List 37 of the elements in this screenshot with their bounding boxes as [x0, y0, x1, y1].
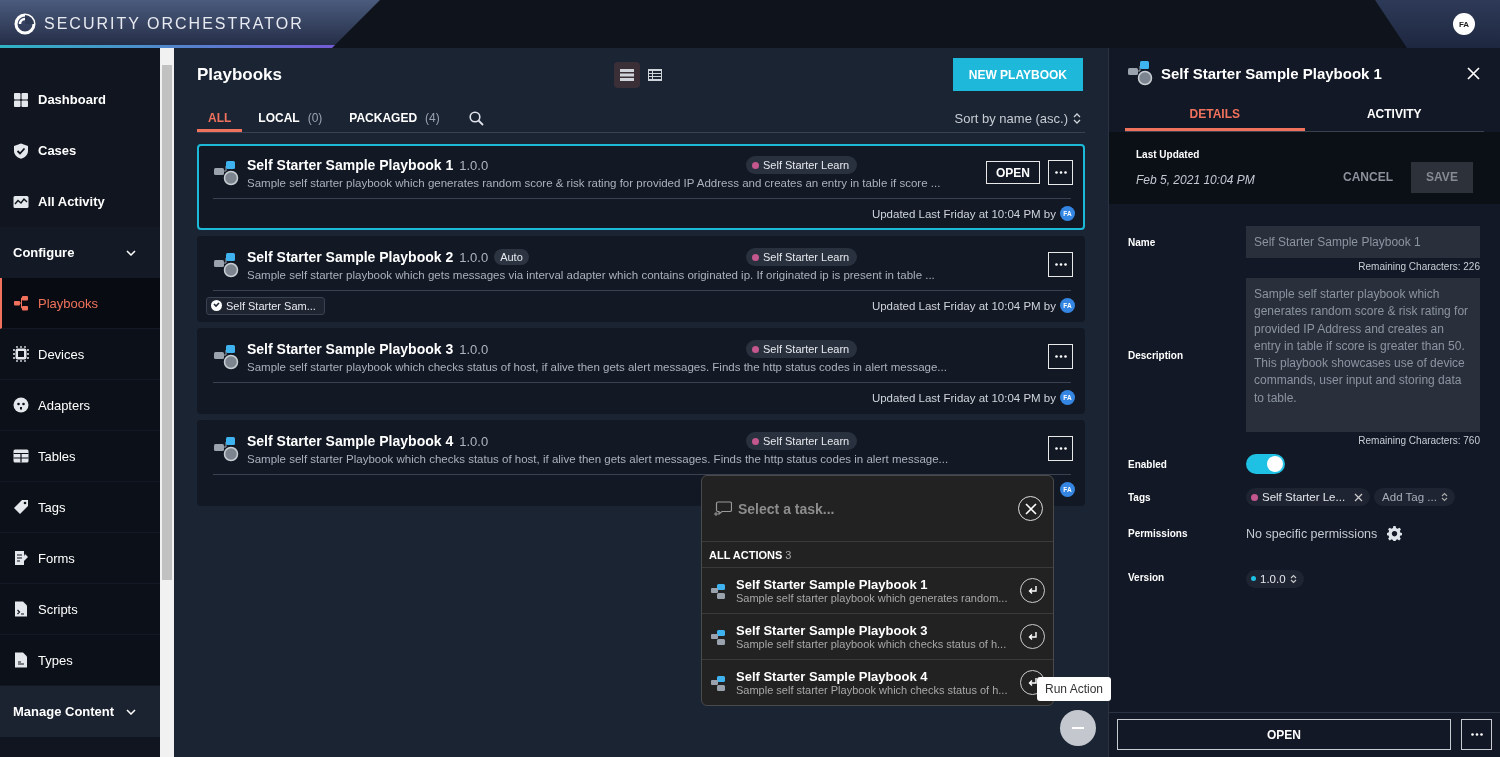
field-label: Version	[1128, 571, 1166, 583]
version-label: 1.0.0	[459, 249, 489, 265]
panel-title: Self Starter Sample Playbook 1	[1161, 64, 1382, 82]
updated-text: Updated Last Friday at 10:04 PM by	[871, 207, 1056, 220]
field-label: Name	[1128, 236, 1157, 248]
field-label: Description	[1128, 349, 1184, 361]
character-count: Remaining Characters: 226	[1357, 261, 1480, 272]
auto-badge: Auto	[494, 249, 529, 265]
version-label: 1.0.0	[459, 433, 489, 449]
tag-chip: Self Starter Learn	[746, 340, 858, 358]
field-label: Enabled	[1128, 458, 1168, 470]
playbook-description: Sample self starter Playbook which checks status of host, if alive then gets alert messages. Finds the http status codes in alert message...	[247, 453, 950, 465]
app-title: SECURITY ORCHESTRATOR	[44, 15, 304, 33]
tag-chip: Self Starter Learn	[746, 248, 858, 266]
playbook-name: Self Starter Sample Playbook 4	[247, 433, 454, 449]
playbook-name: Self Starter Sample Playbook 1	[247, 157, 454, 173]
tag-chip: Self Starter Learn	[746, 432, 858, 450]
field-label: Tags	[1128, 491, 1152, 503]
last-updated-label: Last Updated	[1136, 149, 1201, 160]
last-updated-date: Feb 5, 2021 10:04 PM	[1136, 173, 1255, 187]
tooltip: Run Action	[1037, 677, 1112, 701]
updated-text: Updated Last Friday at 10:04 PM by	[871, 391, 1056, 404]
page-title: Playbooks	[197, 64, 284, 85]
playbook-description: Sample self starter playbook which generates random score & risk rating for provided IP Address and creates an entry in table if score ...	[247, 177, 942, 189]
updated-text: Updated Last Friday at 10:04 PM by	[871, 299, 1056, 312]
permissions-text: No specific permissions	[1246, 526, 1378, 541]
character-count: Remaining Characters: 760	[1357, 435, 1480, 446]
playbook-name: Self Starter Sample Playbook 2	[247, 249, 454, 265]
version-label: 1.0.0	[459, 341, 489, 357]
playbook-description: Sample self starter playbook which checks status of host, if alive then gets alert messages. Finds the http status codes in alert message...	[247, 361, 948, 373]
action-count: 3	[785, 548, 792, 561]
version-label: 1.0.0	[459, 157, 489, 173]
field-label: Permissions	[1128, 528, 1189, 539]
playbook-name: Self Starter Sample Playbook 3	[247, 341, 454, 357]
playbook-description: Sample self starter playbook which gets messages via interval adapter which contains originated ip. If originated ip is present in table ...	[247, 269, 936, 281]
tag-chip: Self Starter Learn	[746, 156, 858, 174]
section-heading: ALL ACTIONS	[709, 548, 783, 561]
